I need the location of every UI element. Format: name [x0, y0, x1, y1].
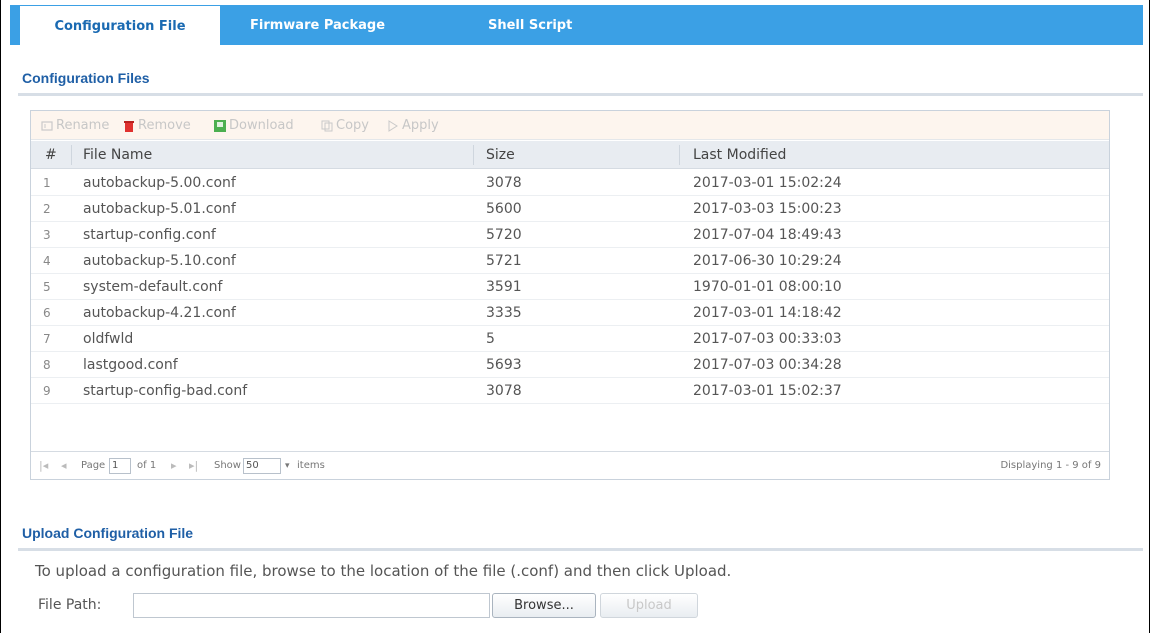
page-label: Page	[81, 460, 106, 471]
tab-firmware-package[interactable]: Firmware Package	[250, 5, 430, 45]
last-modified: 2017-06-30 10:29:24	[693, 253, 842, 269]
config-toolbar: Rename Remove Download Copy Apply	[31, 111, 1109, 140]
config-files-panel: Rename Remove Download Copy Apply # File…	[30, 110, 1110, 480]
file-size: 3078	[486, 383, 522, 399]
table-pager: |◂ ◂ Page 1 of 1 ▸ ▸| Show 50 ▾ items Di…	[31, 451, 1109, 479]
table-row[interactable]: 3 startup-config.conf 5720 2017-07-04 18…	[31, 222, 1109, 248]
table-row[interactable]: 6 autobackup-4.21.conf 3335 2017-03-01 1…	[31, 300, 1109, 326]
upload-help-text: To upload a configuration file, browse t…	[35, 562, 732, 580]
rename-icon	[41, 120, 53, 131]
row-number: 3	[43, 228, 51, 242]
tab-shell-script[interactable]: Shell Script	[488, 5, 598, 45]
table-header: # File Name Size Last Modified	[31, 141, 1109, 169]
table-row[interactable]: 9 startup-config-bad.conf 3078 2017-03-0…	[31, 378, 1109, 404]
remove-button[interactable]: Remove	[123, 111, 191, 140]
apply-label: Apply	[402, 118, 439, 133]
chevron-down-icon[interactable]: ▾	[285, 452, 290, 480]
upload-config-divider	[18, 548, 1143, 551]
file-size: 3335	[486, 305, 522, 321]
browse-button[interactable]: Browse...	[492, 593, 596, 618]
tab-configuration-file[interactable]: Configuration File	[20, 5, 220, 45]
last-modified: 2017-03-03 15:00:23	[693, 201, 842, 217]
displaying-status: Displaying 1 - 9 of 9	[1000, 460, 1101, 471]
copy-icon	[321, 120, 333, 131]
file-path-input[interactable]	[133, 593, 490, 618]
tab-bar: Configuration File Firmware Package Shel…	[10, 5, 1143, 45]
download-label: Download	[229, 118, 294, 133]
page-of-label: of 1	[137, 460, 157, 471]
file-name: autobackup-5.00.conf	[83, 175, 236, 191]
last-modified: 2017-03-01 15:02:24	[693, 175, 842, 191]
upload-config-title: Upload Configuration File	[22, 525, 194, 541]
file-size: 5693	[486, 357, 522, 373]
items-label: items	[297, 460, 325, 471]
items-per-page-select[interactable]: 50	[243, 458, 281, 474]
remove-label: Remove	[138, 118, 191, 133]
show-label: Show	[214, 460, 241, 471]
download-icon	[214, 119, 226, 132]
file-name: startup-config-bad.conf	[83, 383, 248, 399]
column-header-size[interactable]: Size	[486, 141, 515, 169]
last-page-icon[interactable]: ▸|	[189, 452, 198, 480]
page-number-input[interactable]: 1	[109, 458, 131, 474]
file-name: oldfwld	[83, 331, 134, 347]
row-number: 8	[43, 358, 51, 372]
copy-label: Copy	[336, 118, 369, 133]
first-page-icon[interactable]: |◂	[39, 452, 48, 480]
file-size: 5600	[486, 201, 522, 217]
row-number: 4	[43, 254, 51, 268]
file-size: 3078	[486, 175, 522, 191]
last-modified: 2017-07-03 00:34:28	[693, 357, 842, 373]
apply-button[interactable]: Apply	[387, 111, 439, 140]
column-header-last-modified[interactable]: Last Modified	[693, 141, 786, 169]
column-header-number[interactable]: #	[45, 141, 57, 169]
column-divider	[71, 145, 72, 165]
file-size: 3591	[486, 279, 522, 295]
file-name: autobackup-4.21.conf	[83, 305, 236, 321]
file-name: autobackup-5.01.conf	[83, 201, 236, 217]
table-row[interactable]: 4 autobackup-5.10.conf 5721 2017-06-30 1…	[31, 248, 1109, 274]
file-name: system-default.conf	[83, 279, 223, 295]
upload-button[interactable]: Upload	[600, 593, 698, 618]
file-size: 5720	[486, 227, 522, 243]
row-number: 2	[43, 202, 51, 216]
file-name: autobackup-5.10.conf	[83, 253, 236, 269]
table-row[interactable]: 5 system-default.conf 3591 1970-01-01 08…	[31, 274, 1109, 300]
table-row[interactable]: 8 lastgood.conf 5693 2017-07-03 00:34:28	[31, 352, 1109, 378]
row-number: 6	[43, 306, 51, 320]
row-number: 5	[43, 280, 51, 294]
copy-button[interactable]: Copy	[321, 111, 369, 140]
rename-button[interactable]: Rename	[41, 111, 109, 140]
row-number: 1	[43, 176, 51, 190]
last-modified: 2017-07-04 18:49:43	[693, 227, 842, 243]
next-page-icon[interactable]: ▸	[171, 452, 177, 480]
row-number: 9	[43, 384, 51, 398]
config-files-divider	[18, 93, 1143, 96]
table-row[interactable]: 7 oldfwld 5 2017-07-03 00:33:03	[31, 326, 1109, 352]
file-name: lastgood.conf	[83, 357, 178, 373]
apply-icon	[388, 119, 398, 132]
download-button[interactable]: Download	[214, 111, 294, 140]
trash-icon	[124, 120, 134, 132]
column-divider	[679, 145, 680, 165]
last-modified: 2017-03-01 14:18:42	[693, 305, 842, 321]
file-size: 5721	[486, 253, 522, 269]
last-modified: 2017-03-01 15:02:37	[693, 383, 842, 399]
file-path-label: File Path:	[38, 597, 102, 613]
config-files-title: Configuration Files	[22, 70, 150, 86]
prev-page-icon[interactable]: ◂	[61, 452, 67, 480]
table-row[interactable]: 1 autobackup-5.00.conf 3078 2017-03-01 1…	[31, 170, 1109, 196]
file-size: 5	[486, 331, 495, 347]
rename-label: Rename	[56, 118, 110, 133]
last-modified: 1970-01-01 08:00:10	[693, 279, 842, 295]
column-divider	[473, 145, 474, 165]
row-number: 7	[43, 332, 51, 346]
column-header-file-name[interactable]: File Name	[83, 141, 152, 169]
file-name: startup-config.conf	[83, 227, 216, 243]
last-modified: 2017-07-03 00:33:03	[693, 331, 842, 347]
table-row[interactable]: 2 autobackup-5.01.conf 5600 2017-03-03 1…	[31, 196, 1109, 222]
